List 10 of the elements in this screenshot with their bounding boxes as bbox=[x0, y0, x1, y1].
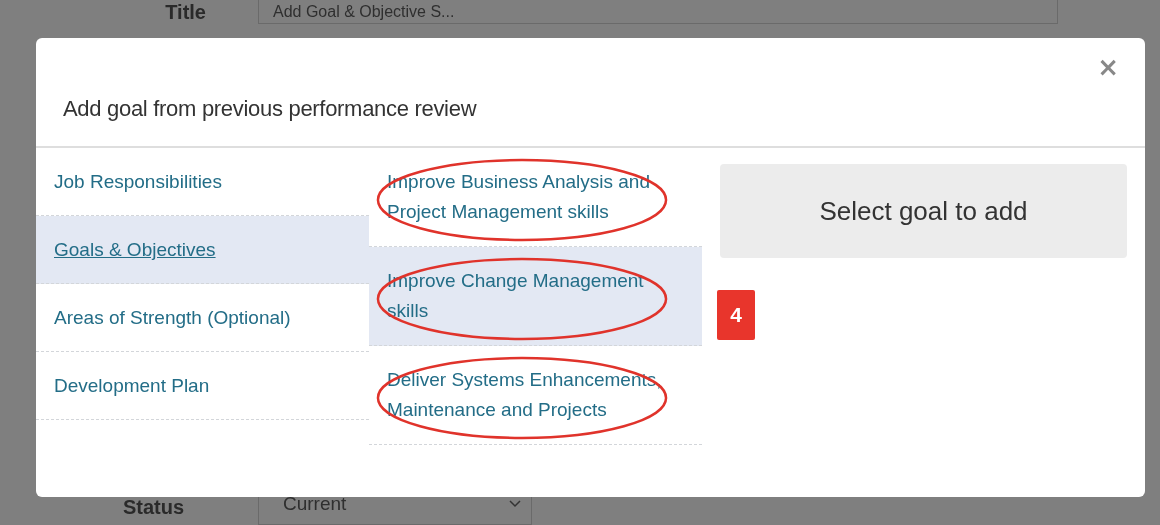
field-label: Title bbox=[164, 0, 207, 24]
section-tab[interactable]: Development Plan bbox=[36, 352, 369, 420]
chevron-down-icon bbox=[509, 500, 521, 508]
section-tab[interactable]: Goals & Objectives bbox=[36, 216, 369, 284]
title-field[interactable]: Add Goal & Objective S... bbox=[258, 0, 1058, 24]
step-badge: 4 bbox=[717, 290, 755, 340]
field-label: Status bbox=[121, 496, 185, 520]
placeholder-panel: Select goal to add bbox=[720, 164, 1127, 258]
close-button[interactable]: × bbox=[1093, 54, 1123, 80]
dialog-title: Add goal from previous performance review bbox=[63, 96, 477, 122]
